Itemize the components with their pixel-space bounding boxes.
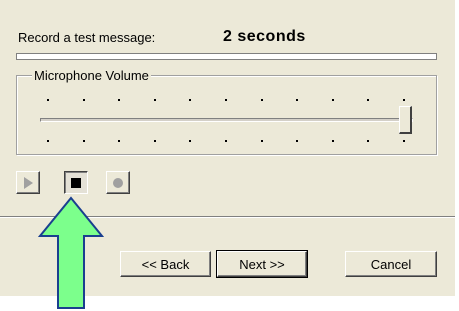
microphone-volume-title: Microphone Volume bbox=[32, 68, 151, 83]
volume-tick bbox=[225, 99, 227, 101]
volume-tick bbox=[332, 140, 334, 142]
volume-tick bbox=[261, 140, 263, 142]
next-button[interactable]: Next >> bbox=[216, 250, 308, 278]
volume-tick bbox=[118, 140, 120, 142]
record-label: Record a test message: bbox=[18, 30, 156, 45]
volume-tick bbox=[118, 99, 120, 101]
volume-tick bbox=[83, 99, 85, 101]
cancel-button[interactable]: Cancel bbox=[345, 251, 437, 277]
green-arrow-indicator bbox=[37, 196, 105, 309]
volume-slider-thumb[interactable] bbox=[399, 106, 412, 134]
duration-readout: 2 seconds bbox=[223, 28, 306, 45]
volume-tick bbox=[332, 99, 334, 101]
volume-tick bbox=[47, 99, 49, 101]
play-icon bbox=[24, 176, 33, 189]
volume-tick bbox=[189, 99, 191, 101]
record-icon bbox=[113, 177, 123, 188]
volume-tick bbox=[403, 99, 405, 101]
volume-tick bbox=[47, 140, 49, 142]
volume-tick bbox=[296, 99, 298, 101]
microphone-volume-group bbox=[16, 75, 437, 155]
volume-tick bbox=[83, 140, 85, 142]
volume-tick bbox=[261, 99, 263, 101]
back-button[interactable]: << Back bbox=[120, 251, 211, 277]
volume-tick bbox=[225, 140, 227, 142]
volume-tick bbox=[189, 140, 191, 142]
stop-icon bbox=[71, 177, 81, 188]
volume-tick bbox=[154, 99, 156, 101]
volume-tick bbox=[296, 140, 298, 142]
volume-tick bbox=[367, 99, 369, 101]
recording-progress-bar bbox=[16, 53, 437, 60]
volume-tick bbox=[367, 140, 369, 142]
volume-tick bbox=[403, 140, 405, 142]
record-button[interactable] bbox=[106, 171, 130, 194]
stop-button[interactable] bbox=[64, 171, 88, 194]
volume-slider-track[interactable] bbox=[40, 118, 413, 122]
play-button[interactable] bbox=[16, 171, 40, 194]
volume-tick bbox=[154, 140, 156, 142]
